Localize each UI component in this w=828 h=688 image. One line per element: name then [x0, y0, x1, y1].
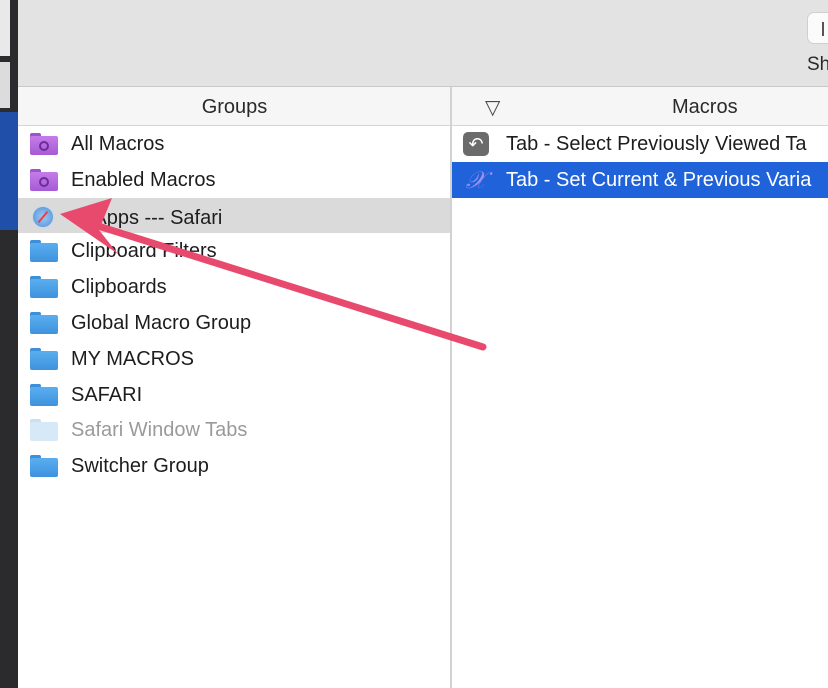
group-label: Safari Window Tabs [71, 419, 248, 442]
undo-icon: ↶ [463, 132, 489, 156]
group-row-clipboard-filters[interactable]: Clipboard Filters [18, 233, 450, 269]
group-row-my-macros[interactable]: MY MACROS [18, 341, 450, 377]
toolbar-button-label: Sh [807, 54, 828, 75]
sort-indicator-icon[interactable]: ▽ [485, 95, 500, 120]
group-label: Clipboard Filters [71, 240, 217, 263]
group-row-safari-window-tabs[interactable]: Safari Window Tabs [18, 412, 450, 448]
folder-icon [30, 455, 58, 478]
share-icon [822, 22, 824, 36]
group-row-apps-safari[interactable]: ☀ Apps --- Safari [18, 197, 450, 234]
group-label: ☀ Apps --- Safari [71, 206, 223, 229]
group-label: Switcher Group [71, 455, 209, 478]
group-label: Global Macro Group [71, 311, 252, 334]
group-label: Enabled Macros [71, 168, 216, 191]
macro-row-select-previously-viewed[interactable]: ↶ Tab - Select Previously Viewed Ta [452, 126, 828, 162]
folder-icon [30, 240, 58, 263]
toolbar: Sh [18, 0, 828, 87]
macros-column-header[interactable]: ▽ Macros [452, 87, 828, 126]
group-row-enabled-macros[interactable]: Enabled Macros [18, 162, 450, 198]
folder-icon [30, 347, 58, 370]
safari-icon [30, 205, 58, 228]
folder-icon [30, 276, 58, 299]
groups-list: All Macros Enabled Macros ☀ Apps --- Saf… [18, 126, 450, 484]
background-window-selection [0, 112, 18, 230]
group-label: Clipboards [71, 276, 167, 299]
smart-folder-icon [30, 133, 58, 155]
smart-folder-icon [30, 168, 58, 191]
group-row-safari[interactable]: SAFARI [18, 377, 450, 413]
macro-row-set-current-previous[interactable]: 𝒳 Tab - Set Current & Previous Varia [452, 161, 828, 198]
macros-header-title: Macros [672, 96, 738, 118]
background-window-edge-lower [0, 62, 10, 108]
group-row-global-macro-group[interactable]: Global Macro Group [18, 305, 450, 341]
folder-icon [30, 419, 58, 442]
folder-icon [30, 383, 58, 406]
group-label: SAFARI [71, 383, 143, 406]
group-label: All Macros [71, 133, 165, 155]
group-row-switcher-group[interactable]: Switcher Group [18, 448, 450, 484]
folder-icon [30, 311, 58, 334]
variable-icon: 𝒳 [465, 165, 487, 194]
macro-label: Tab - Set Current & Previous Varia [506, 168, 812, 191]
toolbar-share-button[interactable] [807, 12, 828, 44]
background-window-strip [0, 0, 18, 688]
group-row-clipboards[interactable]: Clipboards [18, 269, 450, 305]
background-window-edge [0, 0, 10, 56]
groups-header-title: Groups [201, 96, 268, 118]
group-row-all-macros[interactable]: All Macros [18, 126, 450, 162]
macro-label: Tab - Select Previously Viewed Ta [506, 133, 807, 155]
macros-list: ↶ Tab - Select Previously Viewed Ta 𝒳 Ta… [452, 126, 828, 198]
groups-column-header[interactable]: Groups [18, 87, 451, 126]
group-label: MY MACROS [71, 347, 194, 370]
